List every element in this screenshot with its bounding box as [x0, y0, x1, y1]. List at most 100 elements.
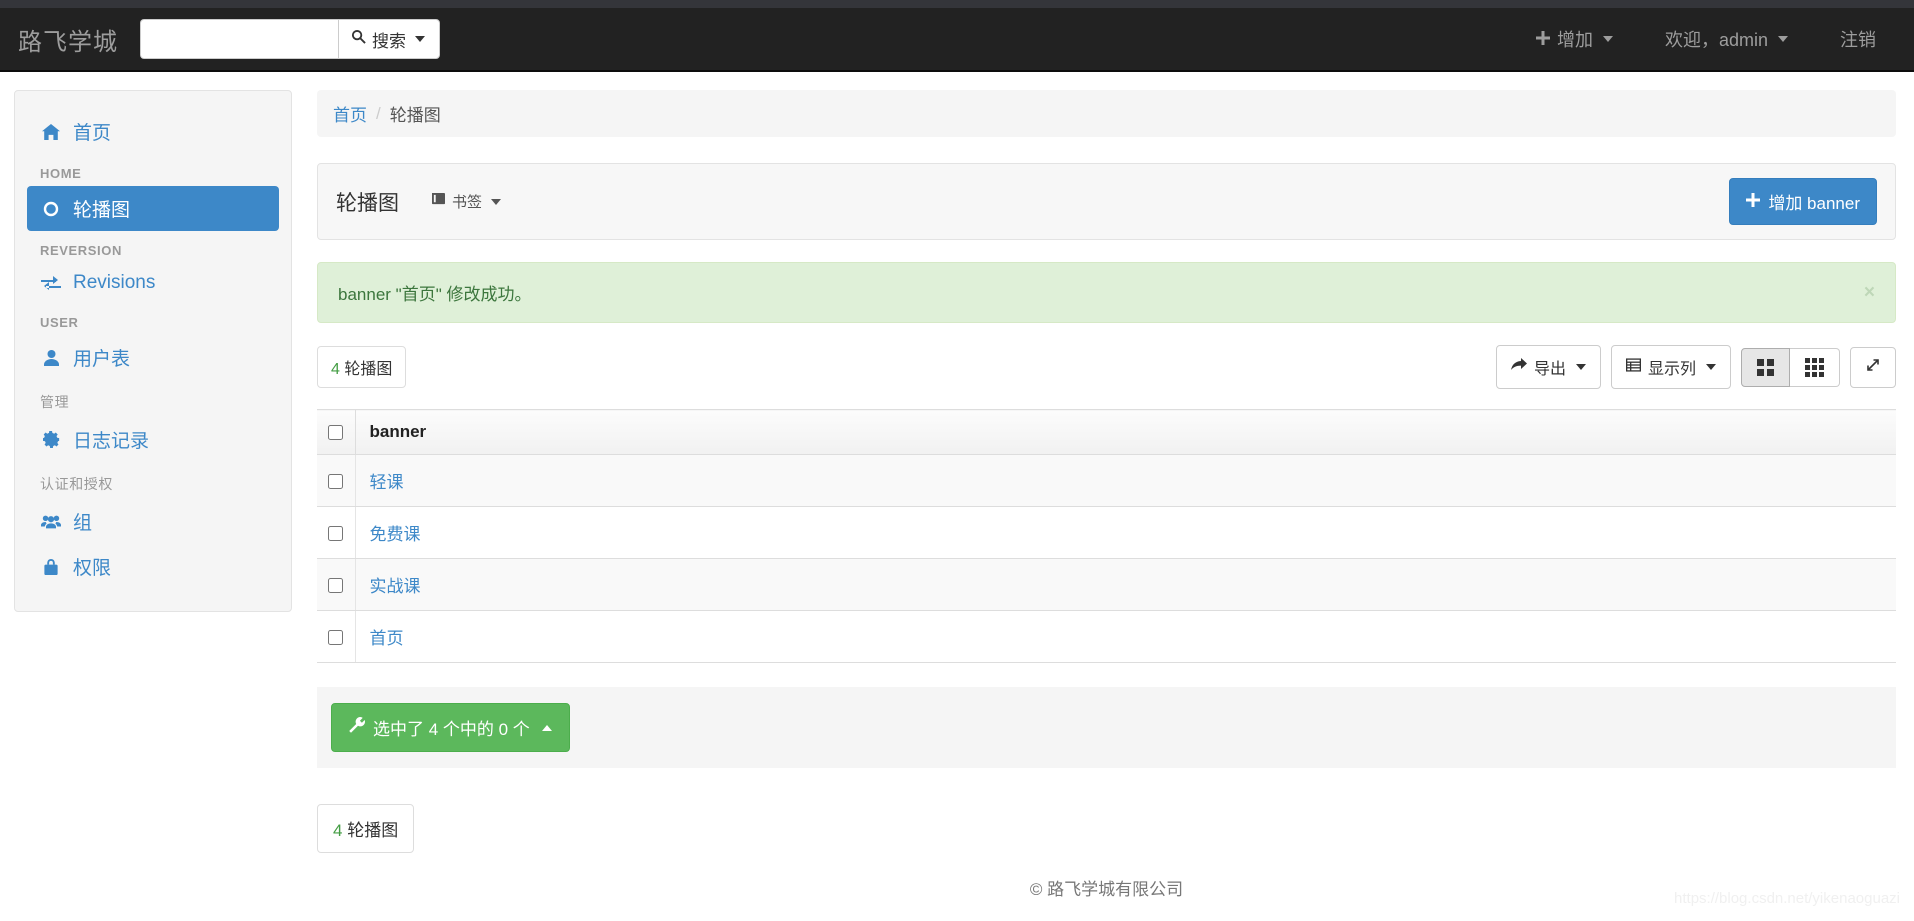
sidebar: 首页 HOME 轮播图 REVERSION Revisions USER 用户表… — [14, 90, 292, 612]
footer: © 路飞学城有限公司 — [317, 853, 1896, 900]
select-all-checkbox[interactable] — [328, 425, 344, 441]
sidebar-item-groups[interactable]: 组 — [27, 499, 279, 544]
bookmarks-dropdown[interactable]: 书签 — [431, 191, 502, 212]
add-banner-label: 增加 banner — [1768, 194, 1860, 213]
add-banner-button[interactable]: 增加 banner — [1729, 178, 1877, 225]
results-table-body: 轻课 免费课 实战课 首页 — [317, 454, 1896, 663]
row-checkbox[interactable] — [328, 629, 344, 645]
navbar-search: 搜索 — [140, 19, 440, 59]
bookmarks-label: 书签 — [452, 194, 483, 211]
sidebar-item-revisions[interactable]: Revisions — [27, 263, 279, 303]
export-label: 导出 — [1533, 361, 1566, 378]
bottom-count-number: 4 — [333, 821, 343, 840]
sidebar-item-usertable[interactable]: 用户表 — [27, 335, 279, 380]
columns-button[interactable]: 显示列 — [1610, 345, 1731, 389]
chevron-down-icon — [491, 198, 502, 205]
page-title: 轮播图 — [336, 191, 399, 215]
results-toolbar: 4 轮播图 导出 显示列 — [317, 345, 1896, 389]
row-banner-link[interactable]: 首页 — [370, 629, 404, 648]
result-count-badge-top: 4 轮播图 — [317, 346, 407, 388]
nav-user-menu[interactable]: 欢迎，admin — [1639, 7, 1814, 71]
row-checkbox[interactable] — [328, 577, 344, 593]
share-icon — [1510, 357, 1527, 377]
result-count-label: 轮播图 — [344, 361, 393, 378]
table-row: 免费课 — [317, 506, 1896, 559]
row-banner-cell: 首页 — [355, 610, 1896, 663]
grid-2x2-icon — [1757, 358, 1774, 376]
footer-copyright: © 路飞学城有限公司 — [1029, 880, 1184, 899]
column-header-banner[interactable]: banner — [355, 409, 1896, 455]
sidebar-item-permissions-label: 权限 — [73, 558, 112, 579]
table-row: 轻课 — [317, 454, 1896, 507]
row-checkbox[interactable] — [328, 525, 344, 541]
result-count-number: 4 — [331, 361, 340, 378]
row-banner-link[interactable]: 实战课 — [370, 577, 421, 596]
search-icon — [351, 29, 366, 49]
chevron-down-icon — [1778, 36, 1788, 42]
circle-icon — [40, 201, 62, 217]
search-button-label: 搜索 — [372, 31, 406, 51]
view-table-button[interactable] — [1790, 347, 1840, 387]
bottom-count-wrap: 4 轮播图 — [317, 804, 1896, 853]
sidebar-heading-reversion: REVERSION — [40, 243, 122, 258]
chevron-down-icon — [1706, 364, 1716, 370]
wrench-icon — [349, 717, 365, 738]
navbar-right: 增加 欢迎，admin 注销 — [1510, 7, 1914, 71]
sidebar-item-home-label: 首页 — [73, 123, 112, 144]
results-table: banner 轻课 免费课 实战课 首页 — [317, 409, 1896, 663]
view-card-button[interactable] — [1741, 347, 1790, 387]
success-alert: banner "首页" 修改成功。 × — [317, 262, 1896, 323]
table-row: 实战课 — [317, 558, 1896, 611]
nav-logout-label: 注销 — [1840, 30, 1876, 50]
sidebar-item-banner-label: 轮播图 — [73, 200, 131, 221]
sidebar-item-groups-label: 组 — [73, 513, 93, 534]
row-select-cell — [317, 506, 356, 559]
row-banner-link[interactable]: 轻课 — [370, 473, 404, 492]
row-checkbox[interactable] — [328, 473, 344, 489]
users-icon — [40, 514, 62, 529]
breadcrumb-home-link[interactable]: 首页 — [333, 101, 367, 126]
sidebar-heading-user: USER — [40, 315, 79, 330]
result-count-badge-bottom: 4 轮播图 — [317, 804, 415, 853]
sidebar-item-home[interactable]: 首页 — [27, 109, 279, 154]
user-icon — [40, 349, 62, 366]
search-button[interactable]: 搜索 — [338, 19, 440, 59]
selection-actions-button[interactable]: 选中了 4 个中的 0 个 — [331, 703, 570, 752]
row-banner-cell: 实战课 — [355, 558, 1896, 611]
selection-actions-label: 选中了 4 个中的 0 个 — [373, 720, 530, 739]
nav-add-menu[interactable]: 增加 — [1510, 7, 1639, 71]
chevron-up-icon — [541, 724, 552, 731]
nav-logout-link[interactable]: 注销 — [1814, 7, 1902, 71]
row-banner-cell: 轻课 — [355, 454, 1896, 507]
sidebar-item-usertable-label: 用户表 — [73, 349, 131, 370]
home-icon — [40, 123, 62, 140]
sidebar-item-logs[interactable]: 日志记录 — [27, 417, 279, 462]
breadcrumb-separator: / — [376, 103, 381, 123]
brand-logo[interactable]: 路飞学城 — [0, 22, 140, 57]
book-icon — [431, 193, 446, 210]
bulk-actions-bar: 选中了 4 个中的 0 个 — [317, 687, 1896, 768]
expand-icon — [1865, 357, 1881, 378]
search-input[interactable] — [140, 19, 338, 59]
table-icon — [1625, 357, 1641, 377]
close-icon[interactable]: × — [1864, 283, 1875, 302]
watermark: https://blog.csdn.net/yikenaoguazi — [1674, 890, 1900, 907]
nav-add-label: 增加 — [1556, 30, 1593, 50]
sidebar-item-logs-label: 日志记录 — [73, 431, 150, 452]
breadcrumb-current: 轮播图 — [389, 106, 441, 125]
plus-icon — [1746, 192, 1761, 212]
export-button[interactable]: 导出 — [1495, 345, 1601, 389]
sidebar-item-revisions-label: Revisions — [73, 272, 156, 293]
breadcrumb: 首页 / 轮播图 — [317, 90, 1896, 137]
row-banner-link[interactable]: 免费课 — [370, 525, 421, 544]
columns-label: 显示列 — [1647, 361, 1696, 378]
fullscreen-button[interactable] — [1850, 346, 1896, 388]
main-content: 首页 / 轮播图 轮播图 书签 增加 banner banner "首页" 修改… — [317, 90, 1900, 900]
sidebar-item-banner[interactable]: 轮播图 — [27, 186, 279, 231]
row-select-cell — [317, 610, 356, 663]
top-navbar: 路飞学城 搜索 增加 欢迎，admin 注销 — [0, 8, 1914, 72]
chevron-down-icon — [1575, 364, 1586, 370]
results-table-head: banner — [317, 409, 1896, 455]
sidebar-heading-home: HOME — [40, 166, 82, 181]
sidebar-item-permissions[interactable]: 权限 — [27, 544, 279, 589]
